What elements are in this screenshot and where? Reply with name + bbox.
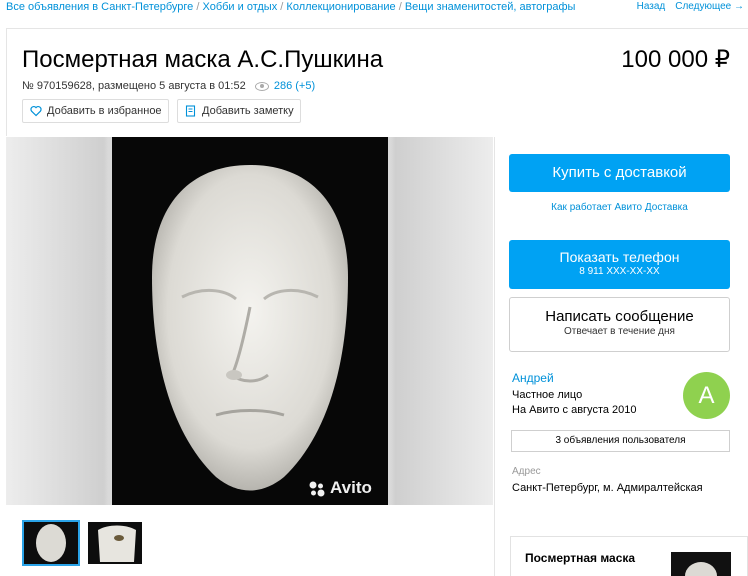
related-thumbnail-image bbox=[685, 562, 717, 576]
avito-logo-icon bbox=[309, 481, 325, 497]
breadcrumb-item[interactable]: Хобби и отдых bbox=[203, 1, 278, 13]
breadcrumb-separator: / bbox=[196, 1, 200, 13]
breadcrumb-separator: / bbox=[280, 1, 284, 13]
show-phone-label: Показать телефон bbox=[559, 249, 680, 265]
back-link[interactable]: Назад bbox=[637, 1, 666, 12]
seller-ads-button[interactable]: 3 объявления пользователя bbox=[511, 430, 730, 452]
reply-time: Отвечает в течение дня bbox=[564, 326, 675, 337]
listing-meta: № 970159628, размещено 5 августа в 01:52… bbox=[22, 79, 315, 93]
thumbnail-image bbox=[36, 524, 66, 562]
thumbnail-2[interactable] bbox=[88, 522, 142, 564]
write-message-label: Написать сообщение bbox=[545, 308, 694, 325]
breadcrumb: Все объявления в Санкт-Петербурге / Хобб… bbox=[6, 0, 575, 14]
favorites-label: Добавить в избранное bbox=[47, 105, 162, 117]
avito-watermark: Avito bbox=[308, 478, 372, 498]
delivery-info-link[interactable]: Как работает Авито Доставка bbox=[509, 202, 730, 214]
thumbnail-1[interactable] bbox=[24, 522, 78, 564]
eye-icon bbox=[254, 81, 269, 91]
note-label: Добавить заметку bbox=[202, 105, 294, 117]
views-count[interactable]: 286 (+5) bbox=[274, 80, 315, 92]
next-link[interactable]: Следующее → bbox=[675, 1, 744, 12]
buy-with-delivery-button[interactable]: Купить с доставкой bbox=[509, 154, 730, 192]
add-note-button[interactable]: Добавить заметку bbox=[177, 99, 301, 123]
phone-number: 8 911 XXX-XX-XX bbox=[579, 266, 660, 277]
thumbnail-image bbox=[98, 525, 136, 562]
listing-number-date: № 970159628, размещено 5 августа в 01:52 bbox=[22, 80, 246, 92]
address-label: Адрес bbox=[512, 466, 541, 477]
address-value: Санкт-Петербург, м. Адмиралтейская bbox=[512, 482, 703, 494]
page-title: Посмертная маска А.С.Пушкина bbox=[22, 46, 384, 73]
main-photo[interactable] bbox=[112, 137, 388, 505]
note-icon bbox=[185, 105, 196, 117]
add-to-favorites-button[interactable]: Добавить в избранное bbox=[22, 99, 169, 123]
seller-name[interactable]: Андрей bbox=[512, 371, 554, 385]
show-phone-button[interactable]: Показать телефон 8 911 XXX-XX-XX bbox=[509, 240, 730, 289]
watermark-text: Avito bbox=[330, 478, 372, 497]
listing-nav: Назад Следующее → bbox=[637, 1, 744, 13]
heart-icon bbox=[30, 105, 42, 117]
breadcrumb-item[interactable]: Коллекционирование bbox=[286, 1, 395, 13]
breadcrumb-item[interactable]: Вещи знаменитостей, автографы bbox=[405, 1, 576, 13]
seller-since: На Авито с августа 2010 bbox=[512, 404, 637, 416]
related-listing-title[interactable]: Посмертная маска bbox=[525, 551, 635, 566]
breadcrumb-separator: / bbox=[398, 1, 402, 13]
avatar[interactable]: А bbox=[683, 372, 730, 419]
death-mask-image bbox=[152, 165, 348, 491]
price: 100 000 ₽ bbox=[621, 46, 730, 73]
breadcrumb-item[interactable]: Все объявления в Санкт-Петербурге bbox=[6, 1, 193, 13]
seller-type: Частное лицо bbox=[512, 389, 583, 401]
related-listing-thumbnail[interactable] bbox=[671, 552, 731, 576]
write-message-button[interactable]: Написать сообщение Отвечает в течение дн… bbox=[509, 297, 730, 352]
